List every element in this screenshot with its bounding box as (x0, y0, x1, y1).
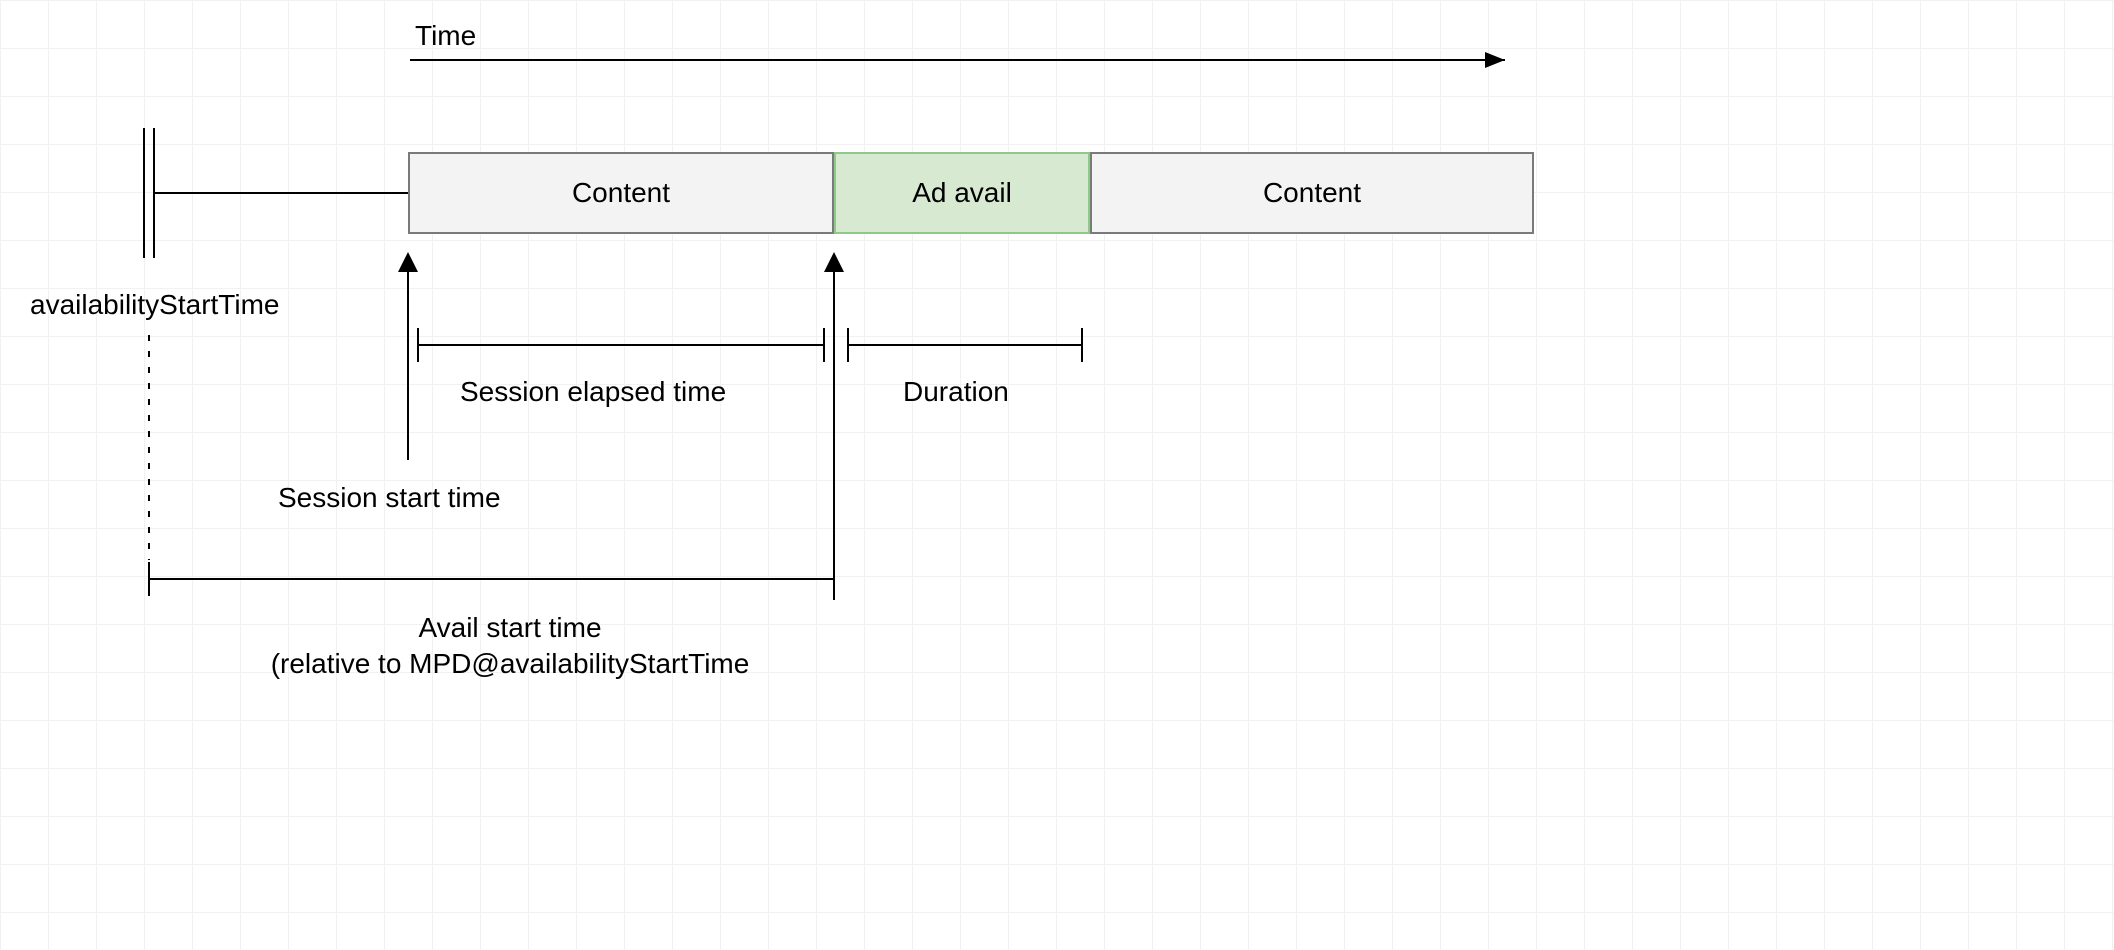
diagram-lines (0, 0, 2114, 950)
